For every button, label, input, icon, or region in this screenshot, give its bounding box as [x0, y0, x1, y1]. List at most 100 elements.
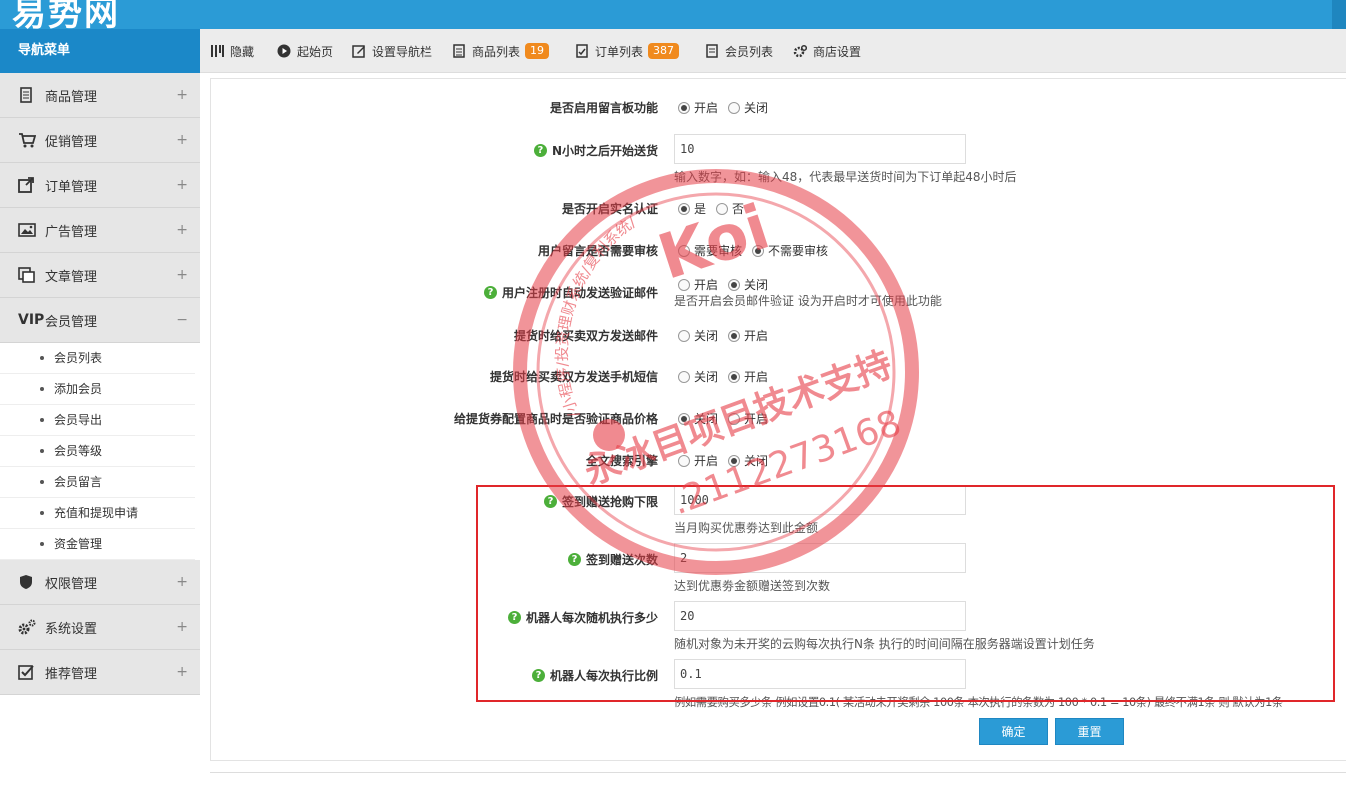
- edit-nav-icon: [352, 44, 366, 58]
- sidebar-item-permissions[interactable]: 权限管理 +: [0, 560, 200, 605]
- toolbar-hide-button[interactable]: 隐藏: [210, 29, 254, 73]
- reg-mail-off-option[interactable]: 关闭: [728, 276, 768, 293]
- toolbar-shop-settings-button[interactable]: 商店设置: [793, 29, 861, 73]
- toolbar-home-button[interactable]: 起始页: [277, 29, 333, 73]
- review-need-option[interactable]: 需要审核: [678, 242, 742, 259]
- radio-checked-icon[interactable]: [728, 329, 741, 342]
- help-icon[interactable]: ?: [483, 286, 497, 299]
- header-corner: [1332, 0, 1346, 29]
- realname-no-option[interactable]: 否: [716, 200, 744, 217]
- reg-mail-on-option[interactable]: 开启: [678, 276, 718, 293]
- sidebar-item-label: 订单管理: [45, 179, 98, 195]
- sidebar-subitem-member-export[interactable]: 会员导出: [0, 405, 195, 436]
- guestbook-off-option[interactable]: 关闭: [728, 99, 768, 116]
- copy-icon: [18, 267, 36, 283]
- reg-mail-radio-group: 开启 关闭: [678, 276, 778, 293]
- help-icon[interactable]: ?: [533, 144, 547, 157]
- subitem-label: 资金管理: [54, 537, 103, 551]
- sidebar-subitem-member-level[interactable]: 会员等级: [0, 436, 195, 467]
- sidebar-item-articles[interactable]: 文章管理 +: [0, 253, 200, 298]
- reset-button[interactable]: 重置: [1055, 718, 1124, 745]
- sidebar-subitem-member-list[interactable]: 会员列表: [0, 343, 195, 374]
- pickup-sms-label: 提货时给买卖双方发送手机短信: [489, 370, 658, 384]
- top-header: 易势网: [0, 0, 1346, 29]
- pickup-mail-off-option[interactable]: 关闭: [678, 327, 718, 344]
- toolbar-order-list-button[interactable]: 订单列表 387: [575, 29, 680, 73]
- expand-icon[interactable]: +: [176, 87, 188, 103]
- bullet-icon: [40, 448, 44, 453]
- radio-icon[interactable]: [728, 101, 741, 114]
- toolbar-goods-list-label: 商品列表: [472, 44, 521, 59]
- subitem-label: 会员留言: [54, 475, 103, 489]
- pickup-sms-off-option[interactable]: 关闭: [678, 368, 718, 385]
- sidebar-subitem-member-messages[interactable]: 会员留言: [0, 467, 195, 498]
- sidebar-item-system[interactable]: 系统设置 +: [0, 605, 200, 650]
- reg-mail-hint: 是否开启会员邮件验证 设为开启时才可使用此功能: [674, 294, 942, 308]
- n-hours-label: ? N小时之后开始送货: [533, 142, 658, 159]
- collapse-icon[interactable]: −: [176, 312, 188, 328]
- sidebar-item-members[interactable]: VIP 会员管理 −: [0, 298, 200, 343]
- list-icon: [452, 44, 466, 58]
- toolbar-order-list-label: 订单列表: [595, 44, 644, 59]
- bullet-icon: [40, 417, 44, 422]
- toolbar-member-list-button[interactable]: 会员列表: [705, 29, 773, 73]
- toolbar-setnav-button[interactable]: 设置导航栏: [352, 29, 432, 73]
- footer-divider: [210, 772, 1346, 773]
- radio-icon[interactable]: [678, 454, 690, 467]
- bullet-icon: [40, 386, 44, 391]
- member-submenu: 会员列表 添加会员 会员导出 会员等级 会员留言 充值和提现申请 资金管理: [0, 343, 200, 560]
- review-noneed-option[interactable]: 不需要审核: [752, 242, 828, 259]
- sidebar-item-ads[interactable]: 广告管理 +: [0, 208, 200, 253]
- order-icon: [575, 44, 589, 58]
- sidebar-item-orders[interactable]: 订单管理 +: [0, 163, 200, 208]
- toolbar-goods-list-button[interactable]: 商品列表 19: [452, 29, 550, 73]
- radio-checked-icon[interactable]: [728, 370, 741, 383]
- radio-icon[interactable]: [678, 244, 690, 257]
- radio-icon[interactable]: [728, 412, 741, 425]
- pickup-mail-on-option[interactable]: 开启: [728, 327, 768, 344]
- confirm-button[interactable]: 确定: [979, 718, 1048, 745]
- radio-checked-icon[interactable]: [752, 244, 765, 257]
- radio-icon[interactable]: [678, 329, 690, 342]
- expand-icon[interactable]: +: [176, 132, 188, 148]
- radio-checked-icon[interactable]: [678, 202, 690, 215]
- fulltext-on-option[interactable]: 开启: [678, 452, 718, 469]
- radio-checked-icon[interactable]: [678, 101, 690, 114]
- fulltext-off-option[interactable]: 关闭: [728, 452, 768, 469]
- radio-checked-icon[interactable]: [728, 278, 741, 291]
- sidebar-item-label: 促销管理: [45, 134, 98, 150]
- radio-icon[interactable]: [678, 278, 690, 291]
- sidebar-item-recommend[interactable]: 推荐管理 +: [0, 650, 200, 695]
- hide-icon: [210, 44, 224, 58]
- sidebar-subitem-add-member[interactable]: 添加会员: [0, 374, 195, 405]
- radio-checked-icon[interactable]: [678, 412, 690, 425]
- pickup-sms-on-option[interactable]: 开启: [728, 368, 768, 385]
- expand-icon[interactable]: +: [176, 664, 188, 680]
- verify-price-on-option[interactable]: 开启: [728, 410, 768, 427]
- expand-icon[interactable]: +: [176, 267, 188, 283]
- verify-price-off-option[interactable]: 关闭: [678, 410, 718, 427]
- realname-yes-option[interactable]: 是: [678, 200, 706, 217]
- sidebar-subitem-funds[interactable]: 资金管理: [0, 529, 195, 560]
- reg-mail-label: ? 用户注册时自动发送验证邮件: [483, 284, 658, 301]
- nav-menu-title: 导航菜单: [0, 29, 200, 73]
- shop-settings-icon: [793, 44, 808, 58]
- sidebar: 商品管理 + 促销管理 + 订单管理 + 广告管理 + 文章管理 + VIP 会…: [0, 73, 200, 695]
- n-hours-input[interactable]: 10: [674, 134, 966, 164]
- expand-icon[interactable]: +: [176, 619, 188, 635]
- sidebar-item-goods[interactable]: 商品管理 +: [0, 73, 200, 118]
- radio-icon[interactable]: [678, 370, 690, 383]
- site-logo[interactable]: 易势网: [12, 0, 120, 29]
- expand-icon[interactable]: +: [176, 222, 188, 238]
- guestbook-on-option[interactable]: 开启: [678, 99, 718, 116]
- expand-icon[interactable]: +: [176, 574, 188, 590]
- pickup-sms-radio-group: 关闭 开启: [678, 368, 778, 385]
- expand-icon[interactable]: +: [176, 177, 188, 193]
- sidebar-item-promotion[interactable]: 促销管理 +: [0, 118, 200, 163]
- radio-icon[interactable]: [716, 202, 729, 215]
- sidebar-subitem-recharge-withdraw[interactable]: 充值和提现申请: [0, 498, 195, 529]
- radio-checked-icon[interactable]: [728, 454, 741, 467]
- subitem-label: 充值和提现申请: [54, 506, 139, 520]
- verify-price-label: 给提货券配置商品时是否验证商品价格: [453, 412, 658, 426]
- guestbook-radio-group: 开启 关闭: [678, 99, 778, 116]
